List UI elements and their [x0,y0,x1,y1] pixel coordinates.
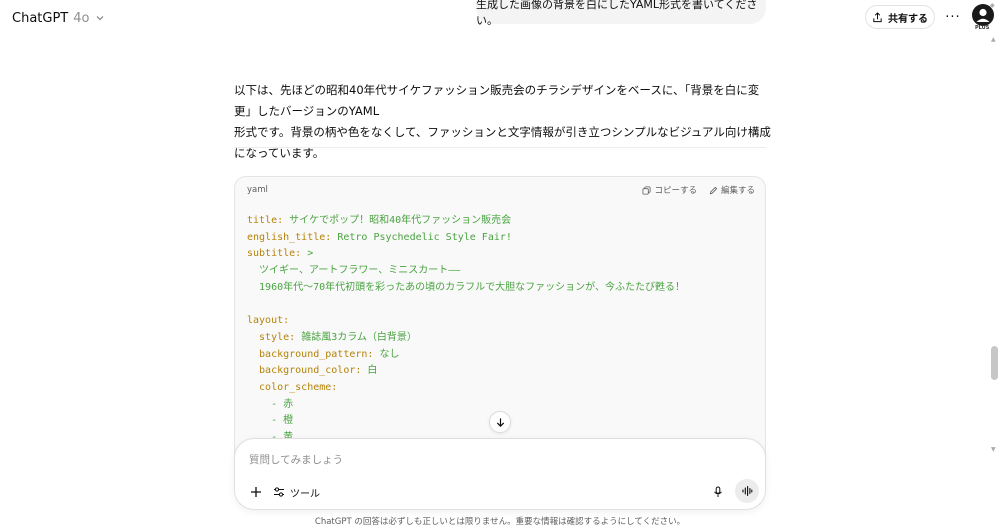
assistant-paragraph-line: 以下は、先ほどの昭和40年代サイケファッション販売会のチラシデザインをベースに、… [234,83,760,118]
arrow-down-icon [496,417,504,427]
copy-icon [642,185,651,195]
yaml-key: color_scheme: [247,381,338,393]
assistant-message: 以下は、先ほどの昭和40年代サイケファッション販売会のチラシデザインをベースに、… [234,80,774,164]
code-line: title: サイケでポップ！昭和40年代ファッション販売会 [247,213,753,230]
user-message-text: 生成した画像の背景を白にしたYAML形式を書いてください。 [476,0,758,27]
copy-label: コピーする [654,186,697,196]
code-line: english_title: Retro Psychedelic Style F… [247,230,753,247]
edit-label: 編集する [720,186,755,196]
yaml-key: title: [247,215,284,226]
yaml-value: なし [373,348,400,360]
microphone-icon [714,486,722,497]
scroll-to-bottom-button[interactable] [489,411,511,433]
code-line: style: 雑誌風3カラム（白背景） [247,330,753,347]
dictate-button[interactable] [709,483,727,501]
yaml-value: 1960年代〜70年代初頭を彩ったあの頃のカラフルで大胆なファッションが、今ふた… [247,281,685,293]
yaml-value: 雑誌風3カラム（白背景） [295,331,417,343]
code-line: color_scheme: [247,380,753,397]
share-button[interactable]: 共有する [865,5,935,29]
waveform-icon [742,485,753,497]
scroll-up-arrow-icon[interactable]: ▲ [991,36,996,43]
code-language: yaml [247,185,268,195]
yaml-value: > [301,248,314,260]
code-line: layout: [247,313,753,330]
yaml-key: layout: [247,315,290,327]
yaml-value: - 橙 [247,415,294,427]
scroll-down-arrow-icon[interactable]: ▼ [991,446,996,453]
yaml-key: subtitle: [247,248,302,260]
more-options-button[interactable]: ··· [943,7,963,27]
user-message-bubble: 生成した画像の背景を白にしたYAML形式を書いてください。 [476,0,766,27]
chevron-down-icon [97,16,104,21]
yaml-key: background_pattern: [247,348,374,360]
share-icon [873,11,882,22]
attach-button[interactable] [247,483,265,501]
tools-label: ツール [290,488,320,500]
plus-icon [251,487,261,497]
model-name: ChatGPT [12,10,69,26]
code-line: 1960年代〜70年代初頭を彩ったあの頃のカラフルで大胆なファッションが、今ふた… [247,280,753,297]
yaml-value: - 赤 [247,398,294,410]
yaml-key: english_title: [247,231,332,243]
code-header: yaml コピーする 編集する [235,177,765,203]
plus-badge: PLUS [975,25,990,31]
yaml-value: サイケでポップ！昭和40年代ファッション販売会 [283,215,512,226]
model-switcher[interactable]: ChatGPT 4o [12,8,106,28]
tools-button[interactable]: ツール [273,483,320,501]
voice-mode-button[interactable] [735,479,759,503]
corner-marker-icon: ◆ [990,2,995,9]
prompt-input[interactable] [249,451,689,469]
yaml-value: 白 [361,365,378,377]
code-line: background_color: 白 [247,363,753,380]
assistant-paragraph-line: 形式です。背景の柄や色をなくして、ファッションと文字情報が引き立つシンプルなビジ… [234,125,771,160]
edit-button[interactable]: 編集する [709,184,755,196]
scrollbar-thumb[interactable] [991,346,998,380]
code-line: background_pattern: なし [247,347,753,364]
disclaimer: ChatGPT の回答は必ずしも正しいとは限りません。重要な情報は確認するように… [314,517,686,527]
yaml-value: Retro Psychedelic Style Fair! [331,231,512,243]
yaml-key: background_color: [247,365,362,377]
divider [234,147,766,148]
more-icon: ··· [945,9,961,25]
code-line: ツイギー、アートフラワー、ミニスカート―― [247,263,753,280]
share-label: 共有する [888,13,928,25]
edit-icon [709,186,718,194]
sliders-icon [274,487,284,497]
code-line: subtitle: > [247,246,753,263]
copy-button[interactable]: コピーする [642,184,697,196]
yaml-key: style: [247,331,296,343]
model-version: 4o [73,10,90,26]
composer: ツール [234,438,766,510]
yaml-value: ツイギー、アートフラワー、ミニスカート―― [247,265,461,277]
